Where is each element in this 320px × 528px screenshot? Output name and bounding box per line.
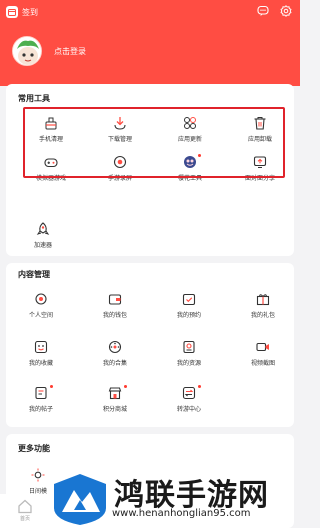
sign-label: 签到 [22,7,38,17]
video-icon [256,339,270,353]
content-management-title: 内容管理 [18,270,50,279]
gift-icon [256,291,270,306]
broom-icon [44,115,58,130]
favorite-icon [34,339,48,354]
collection-icon [108,339,122,354]
new-badge [198,154,201,157]
post-icon [34,385,48,400]
wallet-icon [108,291,122,305]
tool-emulator-games[interactable]: 模拟器游戏 [19,154,83,188]
tool-app-update[interactable]: 应用更新 [158,115,222,149]
calendar-icon [6,6,18,18]
sun-icon [31,467,45,482]
header-bar: 签到 点击登录 [0,0,300,86]
watermark-logo [52,472,108,526]
shop-icon [108,385,122,400]
content-reservations[interactable]: 我的预约 [157,291,221,325]
watermark-url: www.henanhonglian95.com [112,508,251,519]
rocket-icon [36,221,50,235]
content-transfer-center[interactable]: 转游中心 [157,385,221,419]
new-badge [198,385,201,388]
resource-icon [182,339,196,354]
bottom-navigation: 首页 [0,494,52,528]
login-link[interactable]: 点击登录 [54,46,86,57]
transfer-icon [182,385,196,400]
calendar-check-icon [182,291,196,306]
sign-in-button[interactable]: 签到 [6,5,38,19]
apps-update-icon [183,115,197,129]
tool-accelerator[interactable]: 加速器 [11,221,75,255]
download-icon [113,115,127,130]
more-features-title: 更多功能 [18,444,50,453]
home-icon [18,499,32,514]
tool-download-manager[interactable]: 下载管理 [88,115,152,149]
sakura-tool-icon [183,154,197,168]
tool-screen-record[interactable]: 手游录屏 [88,154,152,188]
content-management-card: 内容管理 个人空间 我的钱包 我的预约 我的礼包 我的收藏 我的合集 我的资源 … [6,263,294,427]
tool-phone-clean[interactable]: 手机清理 [19,115,83,149]
planet-icon [34,291,48,305]
nav-home-label: 首页 [19,516,30,522]
content-favorites[interactable]: 我的收藏 [9,339,73,373]
content-wallet[interactable]: 我的钱包 [83,291,147,325]
gamepad-icon [44,154,58,168]
common-tools-title: 常用工具 [18,94,50,103]
content-collections[interactable]: 我的合集 [83,339,147,373]
content-points-mall[interactable]: 积分商城 [83,385,147,419]
avatar[interactable] [12,36,42,66]
content-video-screenshots[interactable]: 视频截图 [231,339,295,373]
new-badge [50,385,53,388]
content-resources[interactable]: 我的资源 [157,339,221,373]
nav-home[interactable]: 首页 [14,498,36,526]
settings-icon[interactable] [279,4,292,17]
common-tools-card: 常用工具 手机清理 下载管理 应用更新 应用卸载 模拟器游戏 手游录屏 樱花工具… [6,84,294,256]
tool-app-uninstall[interactable]: 应用卸载 [228,115,292,149]
message-icon[interactable] [256,4,269,17]
trash-icon [253,115,267,130]
tool-face-to-face-share[interactable]: 面对面分享 [228,154,292,188]
new-badge [124,385,127,388]
content-my-posts[interactable]: 我的帖子 [9,385,73,419]
share-icon [253,154,267,168]
content-gift-packs[interactable]: 我的礼包 [231,291,295,325]
tool-sakura[interactable]: 樱花工具 [158,154,222,188]
screen-record-icon [113,154,127,169]
content-personal-space[interactable]: 个人空间 [9,291,73,325]
